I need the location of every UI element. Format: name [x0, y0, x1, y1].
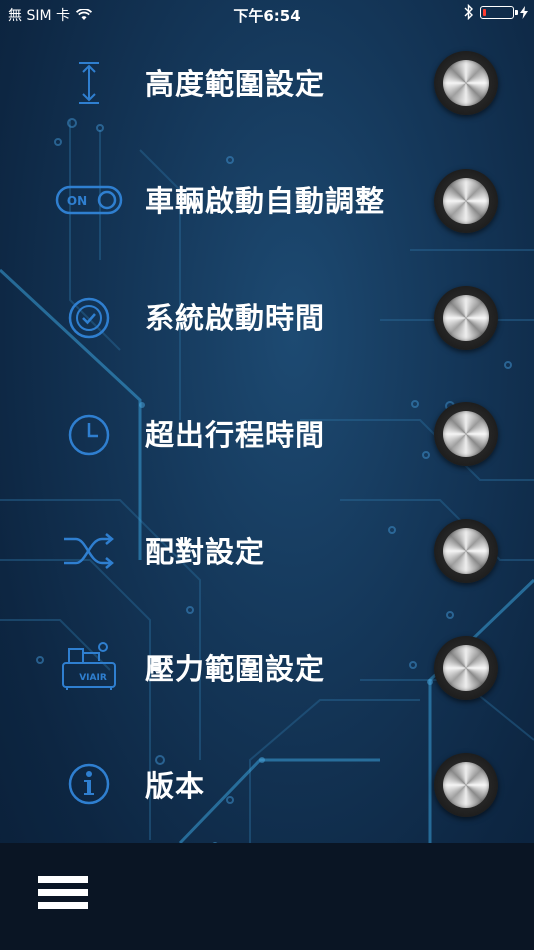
menu-item-pressure-range[interactable]: VIAIR 壓力範圍設定 — [0, 623, 534, 713]
menu-item-label: 高度範圍設定 — [145, 67, 326, 101]
battery-icon — [480, 5, 518, 19]
menu-item-label: 超出行程時間 — [145, 418, 326, 452]
menu-item-label: 版本 — [145, 769, 206, 803]
knob-button[interactable] — [434, 402, 498, 466]
menu-item-system-start-time[interactable]: 系統啟動時間 — [0, 273, 534, 363]
air-compressor-icon: VIAIR — [52, 635, 126, 695]
shuffle-icon — [52, 521, 126, 581]
menu-item-version[interactable]: 版本 — [0, 740, 534, 830]
charging-icon — [520, 5, 528, 19]
status-right — [464, 4, 528, 20]
menu-item-exceed-travel-time[interactable]: 超出行程時間 — [0, 390, 534, 480]
knob-button[interactable] — [434, 519, 498, 583]
check-circle-icon — [52, 288, 126, 348]
clock-icon — [52, 405, 126, 465]
knob-button[interactable] — [434, 753, 498, 817]
knob-button[interactable] — [434, 169, 498, 233]
knob-button[interactable] — [434, 636, 498, 700]
menu-item-label: 系統啟動時間 — [145, 301, 326, 335]
menu-item-auto-adjust[interactable]: ON 車輛啟動自動調整 — [0, 157, 534, 247]
menu-item-label: 車輛啟動自動調整 — [145, 184, 386, 218]
info-icon — [52, 754, 126, 814]
menu-item-label: 配對設定 — [145, 535, 266, 569]
compressor-brand-text: VIAIR — [79, 673, 107, 683]
status-bar: 無 SIM 卡 下午6:54 — [0, 0, 534, 28]
menu-item-pairing[interactable]: 配對設定 — [0, 506, 534, 596]
knob-button[interactable] — [434, 51, 498, 115]
height-arrow-icon — [52, 53, 126, 113]
bluetooth-icon — [464, 4, 473, 20]
hamburger-menu-icon[interactable] — [38, 876, 88, 916]
menu-item-height-range[interactable]: 高度範圍設定 — [0, 40, 534, 130]
menu-item-label: 壓力範圍設定 — [145, 652, 326, 686]
on-toggle-text: ON — [67, 194, 87, 208]
status-time: 下午6:54 — [233, 7, 301, 25]
knob-button[interactable] — [434, 286, 498, 350]
on-toggle-icon: ON — [52, 170, 126, 230]
